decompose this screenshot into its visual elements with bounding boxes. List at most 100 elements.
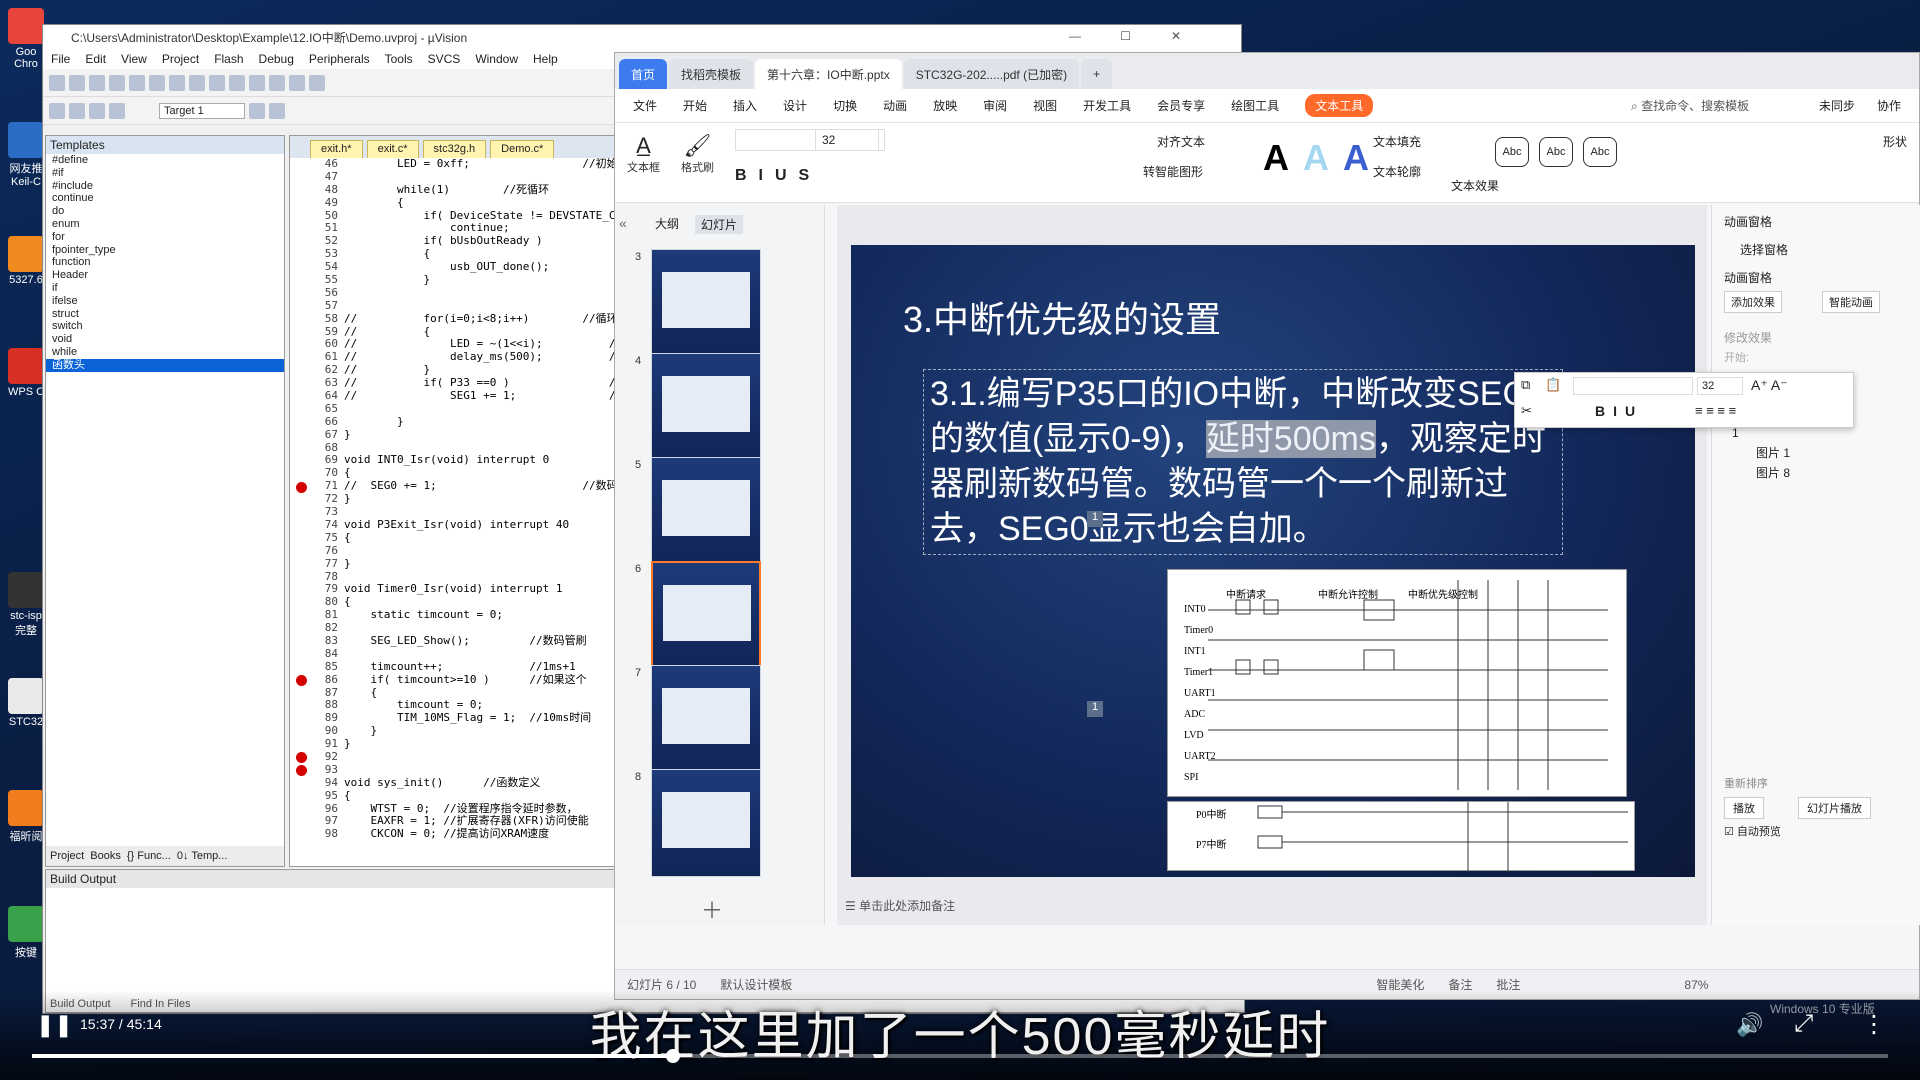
menu-item[interactable]: Edit — [85, 52, 106, 66]
slide-thumbnail[interactable] — [651, 769, 761, 877]
download-icon[interactable] — [109, 102, 125, 119]
manage-components-icon[interactable] — [268, 102, 285, 119]
menu-item[interactable]: SVCS — [428, 52, 461, 66]
new-tab-icon[interactable]: + — [1081, 59, 1113, 89]
indent-icon[interactable] — [289, 74, 305, 91]
menu-item[interactable]: Window — [475, 52, 518, 66]
template-item[interactable]: continue — [46, 192, 284, 205]
editor-tab[interactable]: Demo.c* — [490, 140, 555, 158]
cut-icon[interactable] — [129, 74, 145, 91]
menu-item[interactable]: Project — [162, 52, 199, 66]
float-format-buttons[interactable]: BIU — [1595, 403, 1643, 419]
pause-icon[interactable]: ❚❚ — [36, 1012, 73, 1038]
template-item[interactable]: #if — [46, 167, 284, 180]
template-item[interactable]: void — [46, 333, 284, 346]
format-brush-button[interactable]: 🖌 格式刷 — [681, 133, 714, 175]
format-buttons[interactable]: BIUS — [735, 167, 821, 185]
menu-item[interactable]: Help — [533, 52, 558, 66]
close-icon[interactable]: ✕ — [1171, 29, 1181, 43]
template-item[interactable]: for — [46, 231, 284, 244]
add-effect-button[interactable]: 添加效果 — [1724, 291, 1782, 313]
template-item[interactable]: #include — [46, 180, 284, 193]
sync-status[interactable]: 未同步 — [1819, 97, 1855, 114]
slide-title[interactable]: 3.中断优先级的设置 — [903, 291, 1221, 343]
comment-icon[interactable] — [309, 74, 325, 91]
menu-item[interactable]: 会员专享 — [1157, 97, 1205, 114]
slide-thumbnail[interactable] — [651, 249, 761, 357]
editor-tab[interactable]: exit.h* — [310, 140, 363, 158]
editor-tab[interactable]: stc32g.h — [422, 140, 487, 158]
align-icons[interactable]: ≡ ≡ ≡ ≡ — [1695, 403, 1736, 418]
template-item[interactable]: struct — [46, 308, 284, 321]
paste-icon-float[interactable]: 📋 — [1545, 377, 1561, 393]
shape-style-gallery[interactable]: Abc Abc Abc — [1495, 137, 1617, 167]
template-item[interactable]: fpointer_type — [46, 244, 284, 257]
save-icon[interactable] — [89, 74, 105, 91]
menu-item[interactable]: 文件 — [633, 97, 657, 114]
video-progress-bar[interactable] — [32, 1049, 1888, 1063]
wps-tab[interactable]: 首页 — [619, 59, 668, 89]
template-item[interactable]: ifelse — [46, 295, 284, 308]
copy-icon[interactable] — [149, 74, 165, 91]
menu-item[interactable]: 设计 — [783, 97, 807, 114]
minimize-icon[interactable]: — — [1069, 29, 1081, 43]
auto-preview-checkbox[interactable]: ☑ 自动预览 — [1724, 823, 1781, 839]
port-interrupt-diagram[interactable]: P0中断 P7中断 — [1167, 801, 1635, 872]
menu-item[interactable]: Tools — [385, 52, 413, 66]
wps-tab[interactable]: STC32G-202.....pdf (已加密) — [903, 59, 1080, 89]
wps-tab[interactable]: 找稻壳模板 — [669, 59, 754, 89]
menu-item[interactable]: 放映 — [933, 97, 957, 114]
translate-icon[interactable] — [49, 102, 65, 119]
float-font-name[interactable] — [1573, 377, 1693, 395]
menu-item[interactable]: 视图 — [1033, 97, 1057, 114]
rebuild-icon[interactable] — [89, 102, 105, 119]
grow-font-icon[interactable]: A⁺ A⁻ — [1751, 377, 1788, 394]
slide-thumbnail[interactable] — [651, 353, 761, 461]
text-effect-button[interactable]: 文本效果 — [1451, 177, 1499, 194]
menu-item[interactable]: Peripherals — [309, 52, 370, 66]
smart-anim-button[interactable]: 智能动画 — [1822, 291, 1880, 313]
collapse-panel-icon[interactable]: « — [619, 215, 627, 231]
text-style-gallery[interactable]: AAA — [1263, 137, 1383, 179]
text-fill-button[interactable]: 文本填充 — [1373, 133, 1421, 150]
template-item[interactable]: #define — [46, 154, 284, 167]
text-outline-button[interactable]: 文本轮廓 — [1373, 163, 1421, 180]
font-size-select[interactable]: 32 — [815, 129, 879, 151]
menu-item[interactable]: 开发工具 — [1083, 97, 1131, 114]
panel-tab[interactable]: 0↓ Temp... — [177, 850, 228, 862]
template-item[interactable]: switch — [46, 320, 284, 333]
panel-tab[interactable]: 幻灯片 — [695, 215, 744, 234]
template-item[interactable]: while — [46, 346, 284, 359]
add-note[interactable]: ☰ 单击此处添加备注 — [845, 897, 955, 914]
bookmark-icon[interactable] — [269, 74, 285, 91]
target-options-icon[interactable] — [248, 102, 265, 119]
panel-tab[interactable]: 大纲 — [655, 215, 679, 234]
template-item[interactable]: if — [46, 282, 284, 295]
volume-icon[interactable]: 🔊 — [1736, 1012, 1763, 1038]
wps-tab[interactable]: 第十六章：IO中断.pptx — [755, 59, 902, 89]
menu-item[interactable]: View — [121, 52, 147, 66]
target-select[interactable]: Target 1 — [159, 102, 245, 119]
video-progress-knob[interactable] — [665, 1049, 680, 1063]
slide-body-text[interactable]: 3.1.编写P35口的IO中断，中断改变SEG0的数值(显示0-9)，延时500… — [923, 369, 1563, 555]
menu-item[interactable]: File — [51, 52, 70, 66]
textbox-button[interactable]: A̲ 文本框 — [627, 133, 660, 175]
new-file-icon[interactable] — [49, 74, 65, 91]
shape-style-item[interactable]: Abc — [1539, 137, 1573, 167]
float-font-size[interactable]: 32 — [1697, 377, 1743, 395]
nav-forward-icon[interactable] — [249, 74, 265, 91]
menu-item[interactable]: 动画 — [883, 97, 907, 114]
menu-item[interactable]: 开始 — [683, 97, 707, 114]
select-pane-button[interactable]: 选择窗格 — [1740, 241, 1788, 258]
slideshow-button[interactable]: 幻灯片播放 — [1798, 797, 1871, 819]
menu-item[interactable]: Flash — [214, 52, 243, 66]
open-file-icon[interactable] — [69, 74, 85, 91]
anim-item[interactable]: 图片 8 — [1732, 463, 1790, 483]
anim-item[interactable]: 图片 1 — [1732, 443, 1790, 463]
build-icon[interactable] — [69, 102, 85, 119]
menu-item[interactable]: 绘图工具 — [1231, 97, 1279, 114]
slide[interactable]: 3.中断优先级的设置 3.1.编写P35口的IO中断，中断改变SEG0的数值(显… — [851, 245, 1695, 877]
slide-thumbnail[interactable] — [651, 561, 761, 669]
template-item[interactable]: do — [46, 205, 284, 218]
collab-button[interactable]: 协作 — [1877, 97, 1901, 114]
